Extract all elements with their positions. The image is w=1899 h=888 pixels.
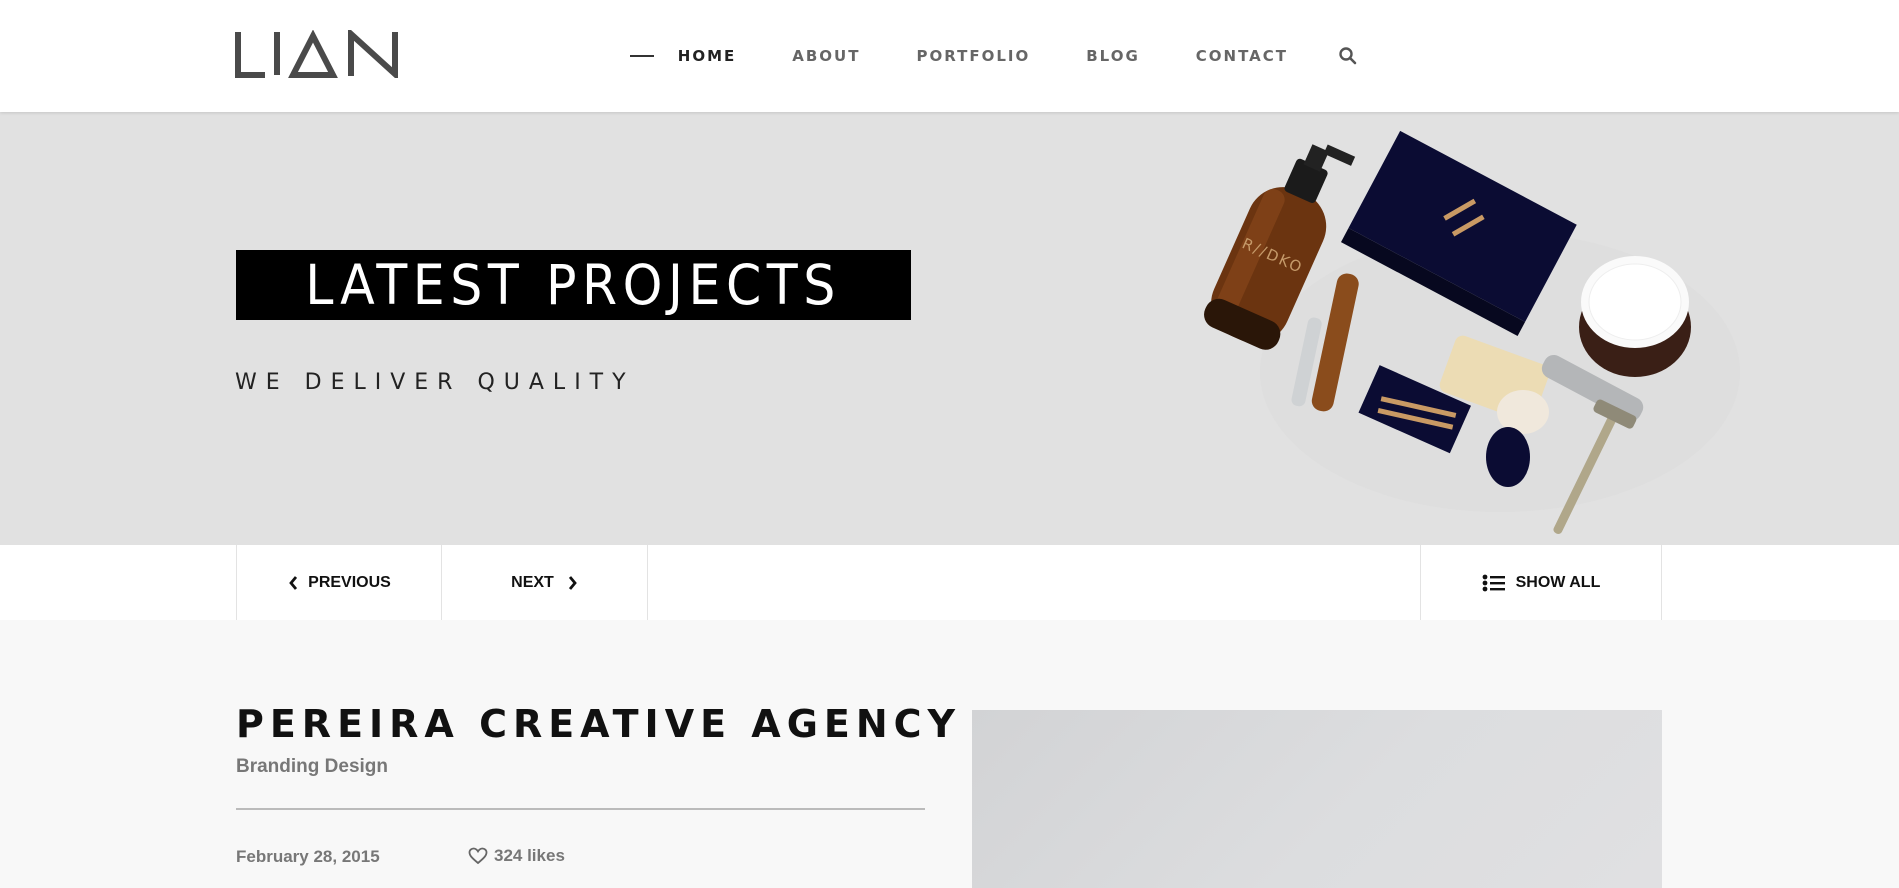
project-date: February 28, 2015 — [236, 847, 380, 866]
project-image — [972, 710, 1662, 888]
hero-title: LATEST PROJECTS — [305, 253, 842, 317]
previous-button[interactable]: PREVIOUS — [236, 545, 442, 620]
nav-blog[interactable]: BLOG — [1086, 47, 1140, 65]
heart-icon — [468, 847, 488, 865]
likes-button[interactable]: 324 likes — [468, 846, 565, 866]
chevron-left-icon — [289, 575, 298, 590]
show-all-label: SHOW ALL — [1515, 573, 1601, 591]
hero-subtitle: WE DELIVER QUALITY — [235, 370, 635, 395]
hero-banner: LATEST PROJECTS WE DELIVER QUALITY R//DK… — [0, 112, 1899, 545]
project-category: Branding Design — [236, 756, 389, 777]
nav-about[interactable]: ABOUT — [792, 47, 860, 65]
nav-portfolio[interactable]: PORTFOLIO — [916, 47, 1030, 65]
site-header: HOME ABOUT PORTFOLIO BLOG CONTACT — [0, 0, 1899, 112]
project-details: PEREIRA CREATIVE AGENCY Branding Design … — [0, 620, 1899, 888]
project-navigation: PREVIOUS NEXT SHOW ALL — [0, 545, 1899, 620]
active-nav-indicator — [629, 55, 654, 57]
project-title: PEREIRA CREATIVE AGENCY — [236, 702, 962, 746]
likes-count: 324 likes — [494, 846, 565, 865]
product-mockup-image: R//DKO — [1204, 130, 1740, 535]
main-nav: HOME ABOUT PORTFOLIO BLOG CONTACT — [629, 0, 1358, 112]
nav-home[interactable]: HOME — [678, 47, 736, 65]
previous-label: PREVIOUS — [308, 573, 391, 591]
nav-contact[interactable]: CONTACT — [1196, 47, 1288, 65]
hero-title-box: LATEST PROJECTS — [236, 250, 911, 320]
show-all-button[interactable]: SHOW ALL — [1420, 545, 1662, 620]
next-label: NEXT — [511, 573, 554, 591]
chevron-right-icon — [568, 575, 577, 590]
site-logo[interactable] — [235, 30, 401, 78]
divider — [236, 808, 925, 810]
list-icon — [1482, 574, 1505, 591]
search-icon[interactable] — [1338, 46, 1358, 66]
next-button[interactable]: NEXT — [441, 545, 648, 620]
